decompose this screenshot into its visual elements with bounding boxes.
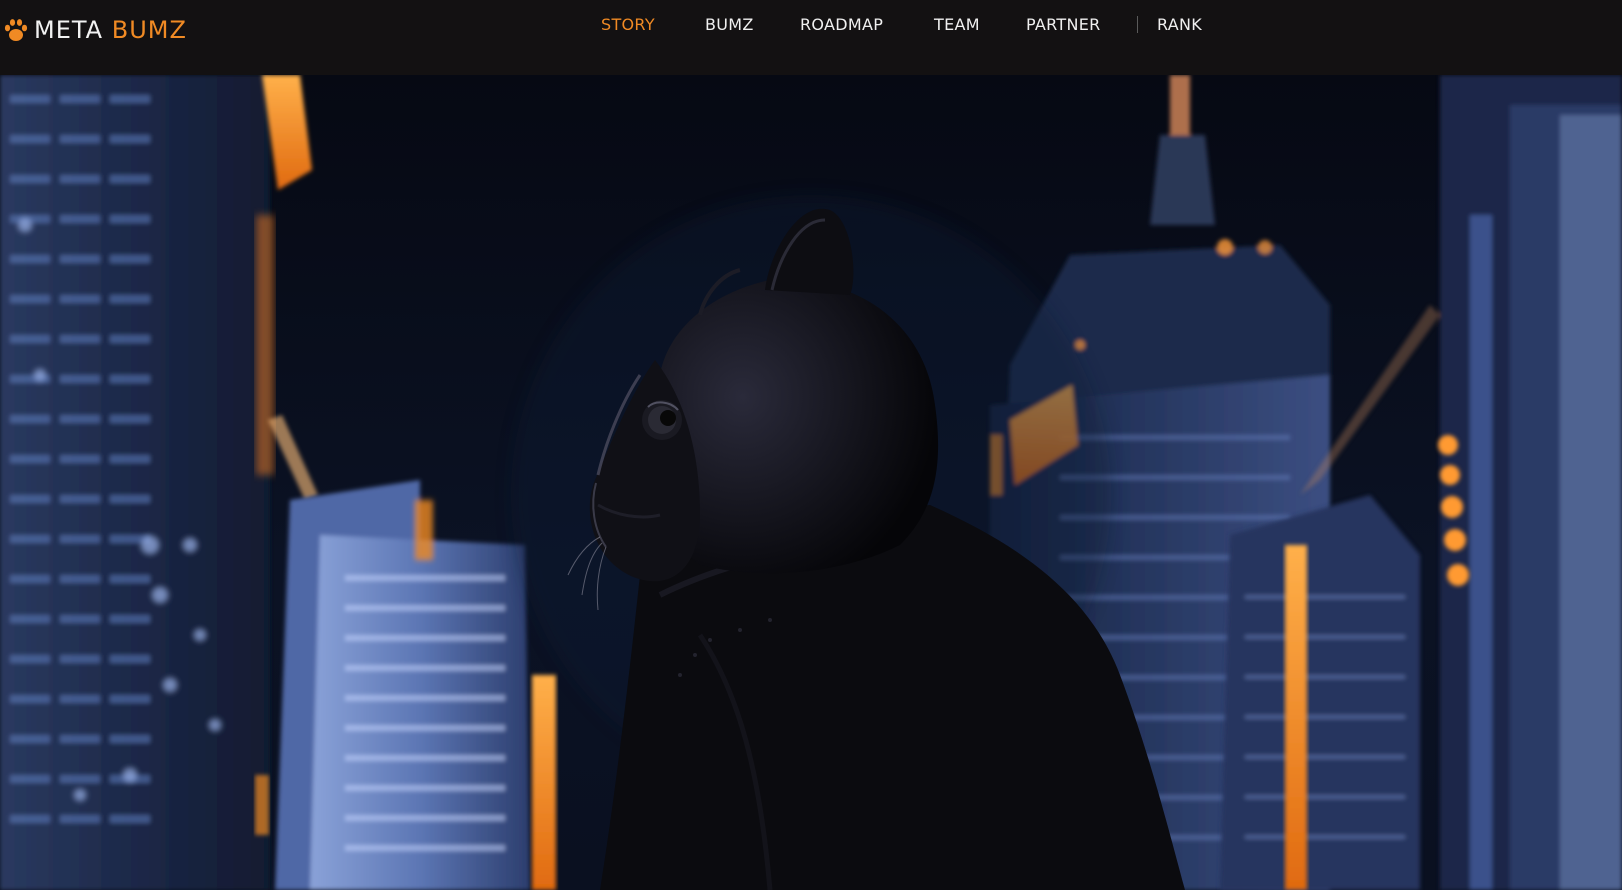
nav-rank[interactable]: RANK (1157, 13, 1202, 37)
nav-story[interactable]: STORY (601, 13, 655, 37)
site-header: META BUMZ STORY BUMZ ROADMAP TEAM PARTNE… (0, 0, 1622, 75)
nav-roadmap[interactable]: ROADMAP (800, 13, 883, 37)
main-nav: STORY BUMZ ROADMAP TEAM PARTNER RANK (0, 13, 1622, 37)
nav-divider (1137, 16, 1138, 33)
hero-illustration (0, 75, 1622, 890)
nav-partner[interactable]: PARTNER (1026, 13, 1101, 37)
nav-team[interactable]: TEAM (934, 13, 980, 37)
page: META BUMZ STORY BUMZ ROADMAP TEAM PARTNE… (0, 0, 1622, 890)
nav-bumz[interactable]: BUMZ (705, 13, 754, 37)
hero-banner (0, 75, 1622, 890)
